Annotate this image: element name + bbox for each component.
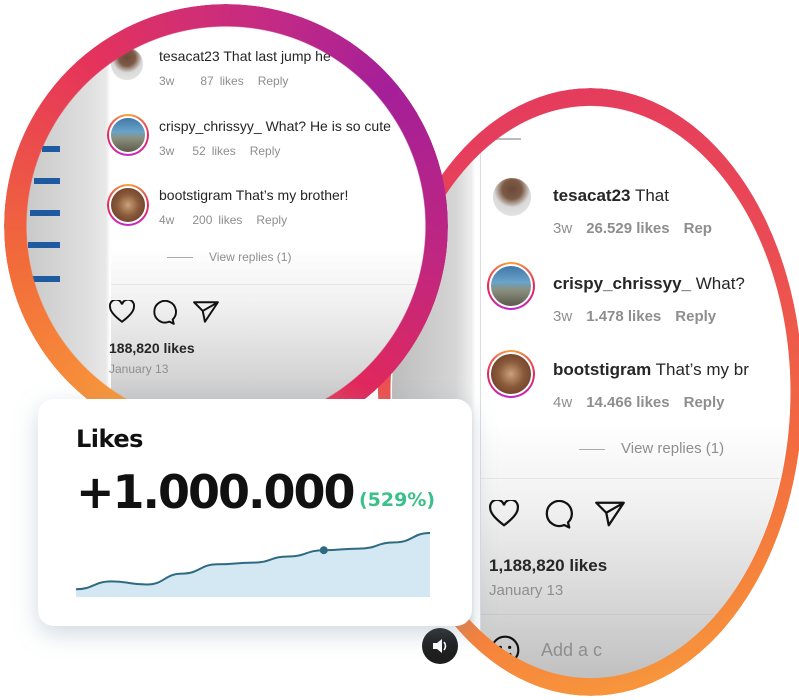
- comment-likes[interactable]: 87: [200, 74, 213, 88]
- comment-likes[interactable]: 1.478 likes: [586, 308, 661, 325]
- divider-line: [579, 448, 605, 450]
- comment-age: 4w: [553, 394, 573, 411]
- likes-stats-card: Likes +1.000.000 (529%): [38, 399, 472, 626]
- reply-button[interactable]: Reply: [675, 308, 716, 325]
- likes-increase-value: +1.000.000: [76, 465, 356, 519]
- comment-age: 3w: [553, 220, 573, 237]
- chart-area-fill: [76, 533, 430, 597]
- before-post-view: tesacat23 That last jump he 3w 87 likes Rep…: [26, 26, 426, 426]
- heart-icon[interactable]: [489, 500, 519, 528]
- comment-username[interactable]: bootstigram: [159, 187, 232, 203]
- comment-icon[interactable]: [151, 300, 177, 326]
- comment-likes[interactable]: 26.529 likes: [586, 220, 669, 237]
- comment-likes[interactable]: 200: [192, 213, 212, 227]
- reply-button[interactable]: Reply: [258, 74, 289, 88]
- door-decoration: [32, 276, 60, 282]
- comment-age: 3w: [159, 144, 175, 158]
- chart-highlight-point[interactable]: [319, 546, 328, 555]
- likes-label: likes: [211, 144, 236, 158]
- sound-toggle-button[interactable]: [422, 628, 458, 664]
- door-decoration: [42, 146, 60, 152]
- likes-increase-percent: (529%): [359, 489, 436, 511]
- share-icon[interactable]: [595, 500, 625, 528]
- section-divider: [111, 284, 426, 285]
- likes-label: likes: [218, 213, 243, 227]
- comment-text: What?: [695, 274, 745, 293]
- likes-trend-chart: [75, 532, 431, 597]
- post-date: January 13: [109, 362, 169, 376]
- comment-age: 4w: [159, 213, 175, 227]
- share-icon[interactable]: [193, 300, 219, 324]
- reply-button[interactable]: Reply: [256, 213, 287, 227]
- door-decoration: [30, 210, 60, 216]
- post-likes-count[interactable]: 188,820 likes: [109, 340, 195, 356]
- comment-username[interactable]: crispy_chrissyy_: [553, 274, 691, 293]
- comment-age: 3w: [159, 74, 175, 88]
- heart-icon[interactable]: [109, 300, 135, 324]
- avatar[interactable]: [487, 262, 535, 310]
- comment-likes[interactable]: 52: [192, 144, 205, 158]
- before-comments-panel: tesacat23 That last jump he 3w 87 likes Rep…: [107, 26, 426, 426]
- comment-icon[interactable]: [543, 500, 573, 530]
- post-likes-count[interactable]: 1,188,820 likes: [489, 556, 607, 576]
- reply-button[interactable]: Rep: [684, 220, 712, 237]
- reply-button[interactable]: Reply: [250, 144, 281, 158]
- avatar[interactable]: [491, 176, 533, 218]
- door-decoration: [28, 242, 60, 248]
- before-post-circle: tesacat23 That last jump he 3w 87 likes Rep…: [4, 4, 448, 448]
- comment-username[interactable]: tesacat23: [553, 186, 631, 205]
- view-replies-link[interactable]: View replies (1): [579, 440, 724, 457]
- likes-label: likes: [219, 74, 244, 88]
- emoji-icon[interactable]: [489, 634, 521, 666]
- comment-age: 3w: [553, 308, 573, 325]
- drag-handle: [489, 138, 521, 140]
- comment-likes[interactable]: 14.466 likes: [586, 394, 669, 411]
- avatar[interactable]: [107, 184, 149, 226]
- post-date: January 13: [489, 582, 564, 599]
- avatar[interactable]: [487, 350, 535, 398]
- comment-text: That last jump he: [223, 48, 331, 64]
- section-divider: [481, 478, 789, 479]
- comment-text: That’s my br: [655, 360, 749, 379]
- avatar[interactable]: [109, 46, 145, 82]
- door-decoration: [34, 178, 60, 184]
- avatar[interactable]: [107, 114, 149, 156]
- comment-username[interactable]: tesacat23: [159, 48, 220, 64]
- comment-text: What? He is so cute: [265, 118, 391, 134]
- comment-username[interactable]: bootstigram: [553, 360, 651, 379]
- card-title: Likes: [76, 425, 143, 453]
- view-replies-label: View replies (1): [209, 250, 292, 264]
- view-replies-link[interactable]: View replies (1): [167, 250, 291, 264]
- section-divider: [481, 614, 789, 615]
- comment-username[interactable]: crispy_chrissyy_: [159, 118, 262, 134]
- comment-text: That’s my brother!: [235, 187, 349, 203]
- comment-text: That: [634, 186, 669, 205]
- reply-button[interactable]: Reply: [684, 394, 725, 411]
- divider-line: [167, 257, 193, 259]
- add-comment-input[interactable]: Add a c: [541, 640, 602, 661]
- speaker-icon: [433, 639, 447, 653]
- view-replies-label: View replies (1): [621, 440, 725, 457]
- after-comments-panel: tesacat23 That 3w 26.529 likes Rep crispy_…: [480, 102, 789, 682]
